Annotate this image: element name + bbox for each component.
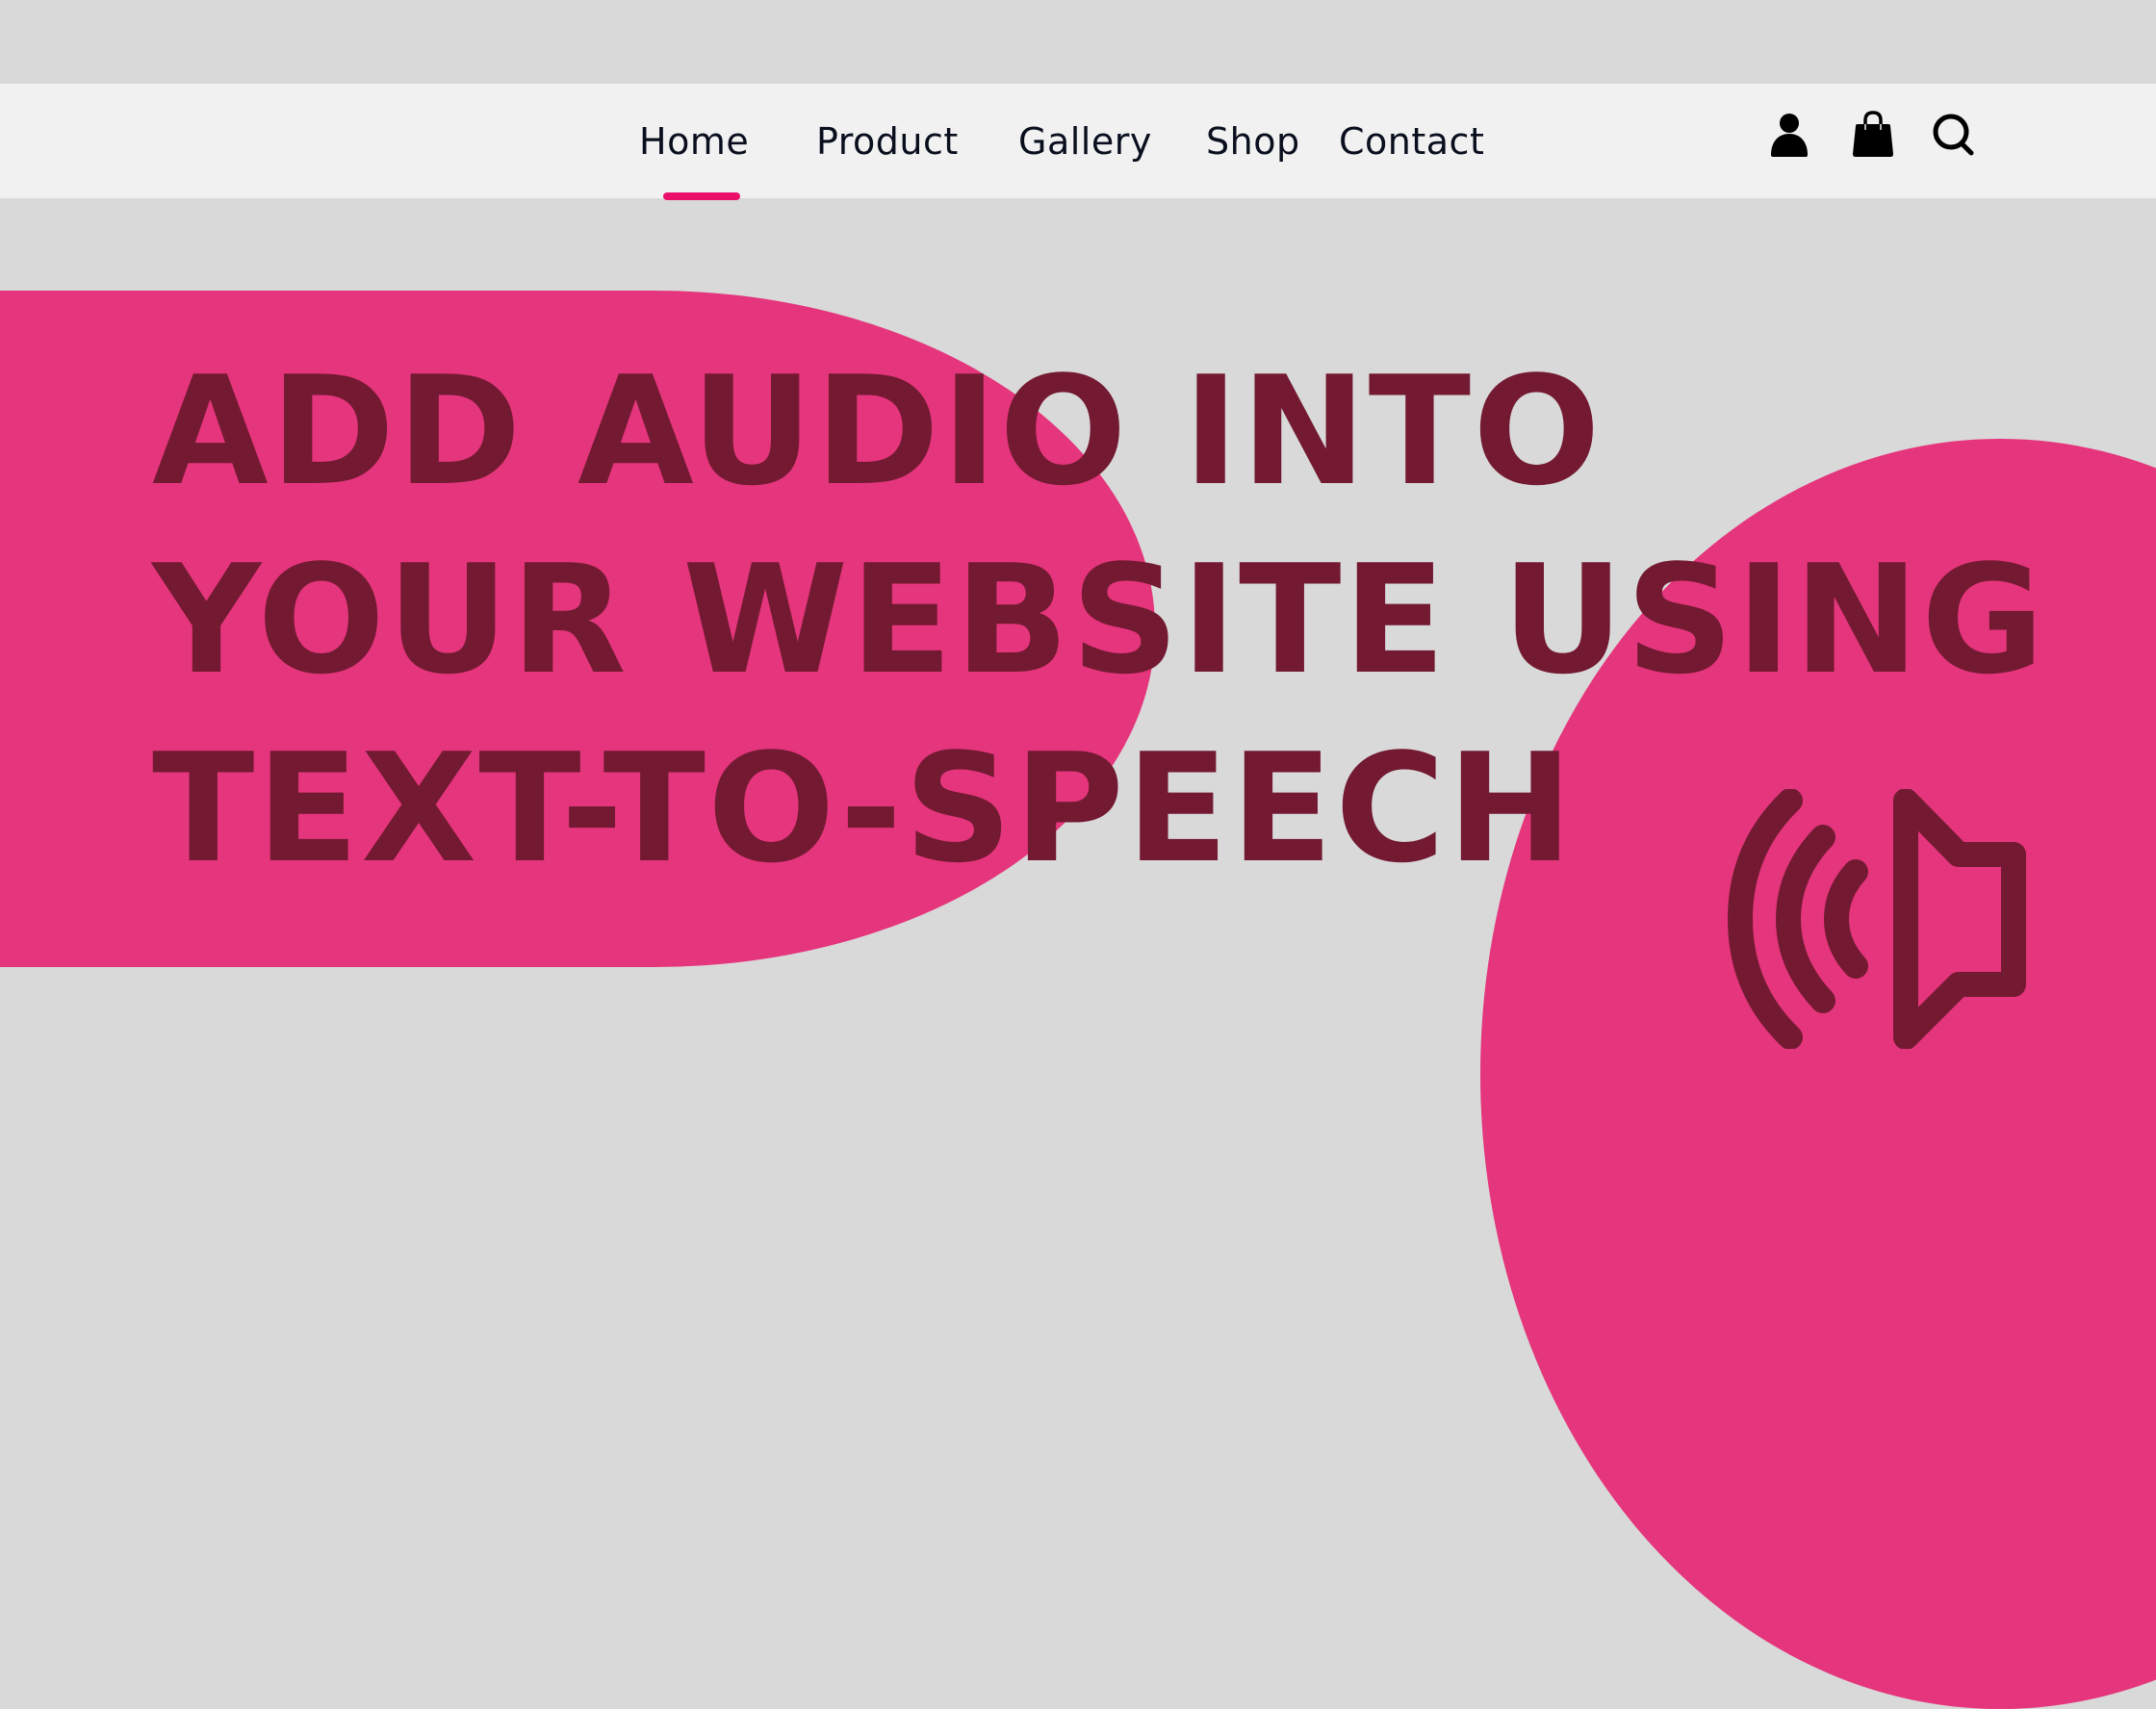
active-nav-indicator — [663, 192, 740, 200]
speaker-volume-icon — [1723, 788, 2031, 1050]
nav-link-shop[interactable]: Shop — [1206, 120, 1300, 163]
user-icon[interactable] — [1760, 109, 1818, 166]
nav-link-product[interactable]: Product — [816, 120, 959, 163]
nav-links: Home Product Gallery Shop Contact — [0, 84, 2156, 200]
navbar: Home Product Gallery Shop Contact — [0, 84, 2156, 200]
hero-title-line-1: ADD AUDIO INTO — [152, 344, 1603, 519]
nav-link-contact[interactable]: Contact — [1339, 120, 1484, 163]
shopping-bag-icon[interactable] — [1844, 109, 1902, 166]
nav-link-gallery[interactable]: Gallery — [1018, 120, 1152, 163]
search-icon[interactable] — [1925, 109, 1983, 166]
nav-link-home[interactable]: Home — [639, 120, 749, 163]
hero-title-line-2: YOUR WEBSITE USING — [152, 532, 2047, 707]
